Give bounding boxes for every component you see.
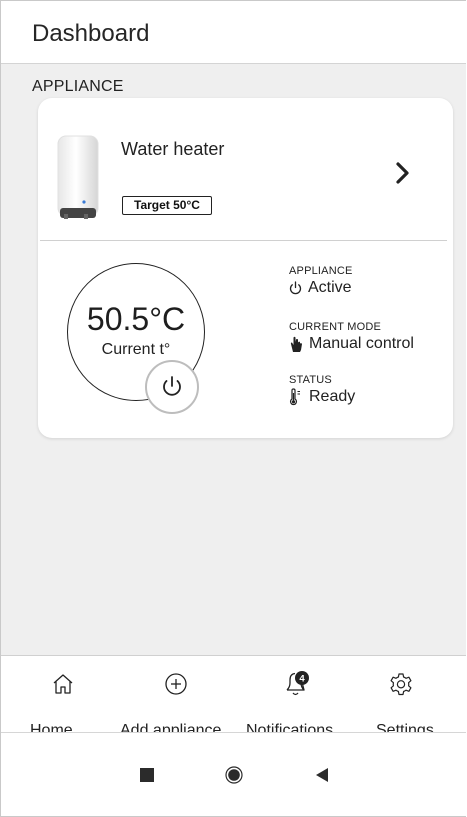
chevron-right-icon[interactable] <box>394 161 412 185</box>
back-triangle-glyph <box>316 768 328 782</box>
power-icon <box>289 281 302 295</box>
gear-icon <box>390 673 412 696</box>
home-icon <box>53 674 73 694</box>
nav-notifications[interactable]: 4 Notifications <box>245 656 355 739</box>
info-value-row: Manual control <box>289 335 414 353</box>
home-circle-glyph <box>225 766 243 784</box>
appliance-card: Water heater Target 50°C 50.5°C Current … <box>38 98 453 438</box>
info-label: APPLIANCE <box>289 265 353 277</box>
back-triangle-icon[interactable] <box>315 767 329 783</box>
system-navigation-bar <box>1 732 466 816</box>
info-value: Active <box>308 279 352 296</box>
appliance-card-header[interactable]: Water heater Target 50°C <box>38 98 453 241</box>
info-label: CURRENT MODE <box>289 321 382 333</box>
add-circle-icon <box>165 673 187 695</box>
nav-home[interactable]: Home <box>1 656 125 739</box>
appliance-name: Water heater <box>121 139 225 159</box>
recents-square-icon[interactable] <box>140 768 154 782</box>
info-current-mode: CURRENT MODE Manual control <box>289 321 414 353</box>
power-button[interactable] <box>145 360 199 414</box>
page-title: Dashboard <box>32 20 150 47</box>
info-appliance-state: APPLIANCE Active <box>289 265 353 297</box>
target-temperature-badge: Target 50°C <box>122 196 212 215</box>
thermometer-icon <box>289 388 300 406</box>
water-heater-image <box>57 135 99 219</box>
power-icon <box>163 376 181 396</box>
top-bar: Dashboard <box>1 1 466 64</box>
info-value-row: Ready <box>289 388 355 406</box>
info-value: Ready <box>309 388 356 405</box>
bell-icon: 4 <box>286 671 309 696</box>
current-temperature-label: Current t° <box>101 341 171 358</box>
bottom-navigation: Home Add appliance 4 Notifications Setti… <box>1 655 466 739</box>
info-label: STATUS <box>289 374 332 386</box>
card-divider <box>40 240 447 241</box>
notification-badge-count: 4 <box>299 673 305 684</box>
hand-icon <box>290 336 302 352</box>
info-value: Manual control <box>309 335 414 352</box>
app-screen: Dashboard APPLIANCE Water heater Target … <box>0 0 466 817</box>
section-label: APPLIANCE <box>32 78 124 95</box>
nav-add-appliance[interactable]: Add appliance <box>113 656 233 739</box>
home-circle-icon[interactable] <box>225 766 243 784</box>
info-value-row: Active <box>289 279 353 297</box>
current-temperature-value: 50.5°C <box>86 301 186 337</box>
nav-settings[interactable]: Settings <box>365 656 465 739</box>
info-status: STATUS Ready <box>289 374 355 406</box>
